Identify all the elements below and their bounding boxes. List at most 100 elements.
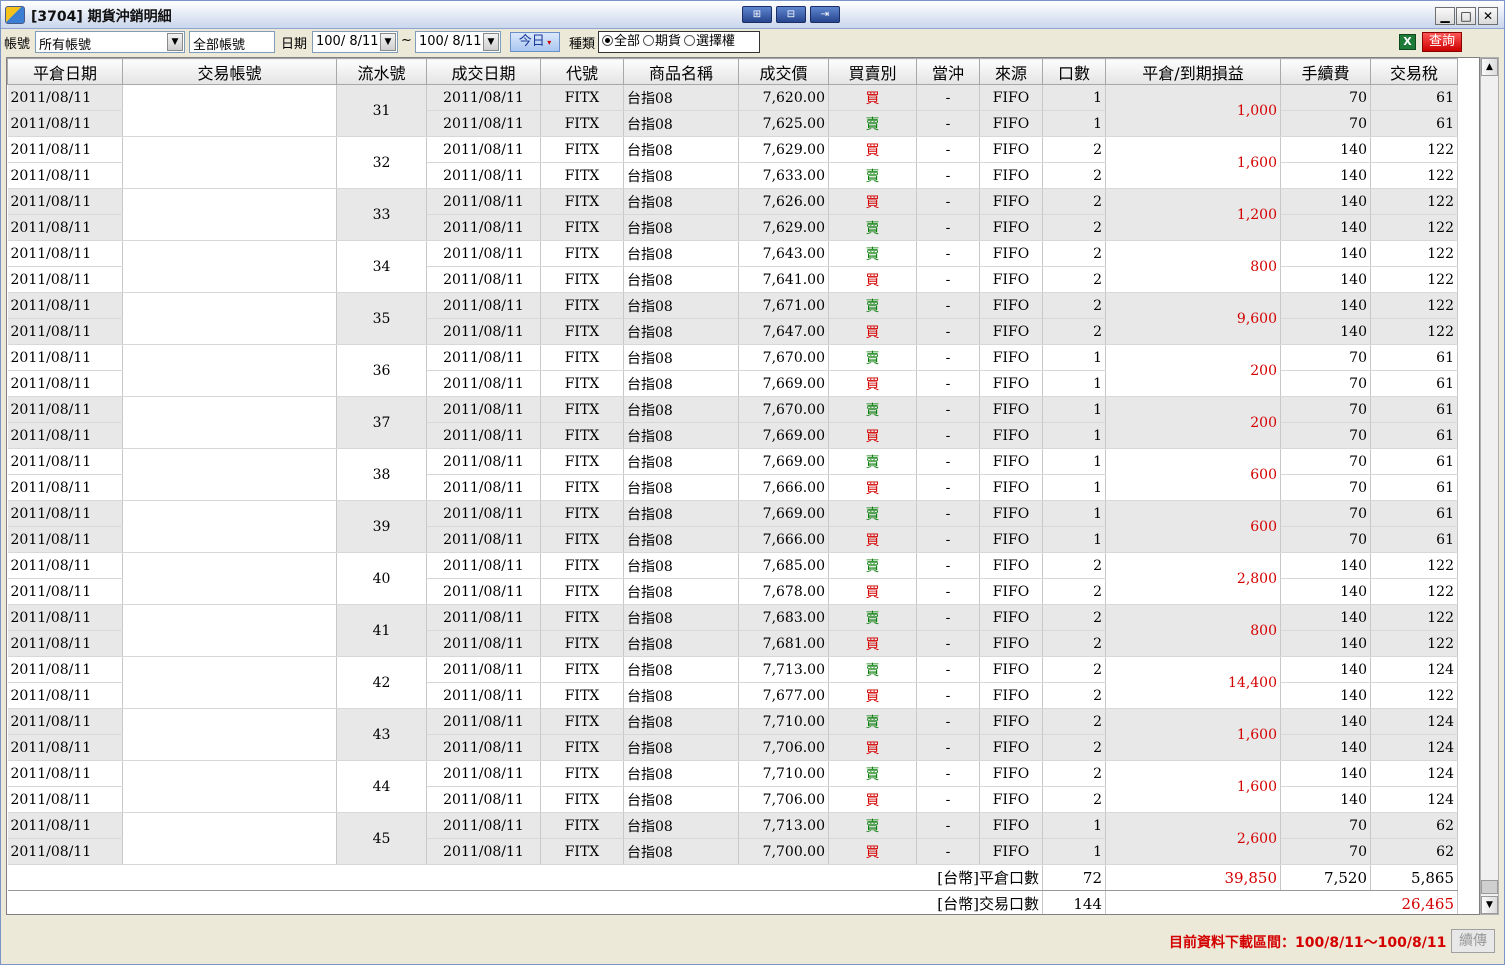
account-type-field[interactable]: 全部帳號 <box>189 31 275 53</box>
pnl-cell: 200 <box>1105 396 1281 449</box>
table-row[interactable]: 2011/08/11 45 2011/08/11 FITX 台指08 7,713.00 賣 -… <box>7 812 1458 865</box>
sequence-cell: 36 <box>336 344 427 397</box>
code-cell: FITX <box>540 786 624 813</box>
title-bar[interactable]: [3704] 期貨沖銷明細 ⊞ ⊟ ⇥ ▁ □ ✕ <box>1 1 1504 29</box>
close-date-cell: 2011/08/11 <box>7 786 123 813</box>
excel-export-icon[interactable]: X <box>1399 34 1416 50</box>
table-row[interactable]: 2011/08/11 33 2011/08/11 FITX 台指08 7,626.00 買 -… <box>7 188 1458 241</box>
query-button[interactable]: 查詢 <box>1422 32 1462 52</box>
continue-download-button[interactable]: 續傳 <box>1451 929 1495 953</box>
fee-cell: 140 <box>1280 604 1371 631</box>
table-row[interactable]: 2011/08/11 39 2011/08/11 FITX 台指08 7,669.00 賣 -… <box>7 500 1458 553</box>
tax-cell: 122 <box>1370 682 1458 709</box>
scroll-down-button[interactable]: ▼ <box>1481 896 1498 914</box>
close-date-cell: 2011/08/11 <box>7 396 123 423</box>
layout-button-3[interactable]: ⇥ <box>810 6 840 23</box>
scroll-up-button[interactable]: ▲ <box>1481 58 1498 76</box>
date-to-picker[interactable]: 100/ 8/11 ▼ <box>415 31 501 53</box>
price-cell: 7,677.00 <box>738 682 829 709</box>
layout-button-1[interactable]: ⊞ <box>742 6 772 23</box>
summary-label: [台幣]交易口數 <box>7 890 1043 914</box>
table-row[interactable]: 2011/08/11 40 2011/08/11 FITX 台指08 7,685.00 賣 -… <box>7 552 1458 605</box>
table-row[interactable]: 2011/08/11 31 2011/08/11 FITX 台指08 7,620.00 買 -… <box>7 84 1458 137</box>
price-cell: 7,683.00 <box>738 604 829 631</box>
price-cell: 7,685.00 <box>738 552 829 579</box>
trade-date-cell: 2011/08/11 <box>426 760 541 787</box>
data-grid[interactable]: 平倉日期 交易帳號 流水號 成交日期 代號 商品名稱 成交價 買賣別 當沖 來源 口數 平倉/到期損益… <box>6 57 1480 915</box>
type-radio-all[interactable]: 全部 <box>599 32 640 52</box>
vertical-scrollbar[interactable]: ▲ ▼ <box>1480 57 1499 915</box>
chevron-down-icon[interactable]: ▼ <box>167 33 183 51</box>
type-radio-futures[interactable]: 期貨 <box>640 32 681 52</box>
account-select[interactable]: 所有帳號 ▼ <box>35 31 185 53</box>
table-row[interactable]: 2011/08/11 42 2011/08/11 FITX 台指08 7,713.00 賣 -… <box>7 656 1458 709</box>
close-button[interactable]: ✕ <box>1478 7 1498 25</box>
table-row[interactable]: 2011/08/11 38 2011/08/11 FITX 台指08 7,669.00 賣 -… <box>7 448 1458 501</box>
toolbar: 帳號 所有帳號 ▼ 全部帳號 日期 100/ 8/11 ▼ ~ 100/ 8/1… <box>1 29 1504 55</box>
column-header[interactable]: 交易帳號 <box>122 58 337 85</box>
close-date-cell: 2011/08/11 <box>7 760 123 787</box>
scroll-thumb[interactable] <box>1481 880 1498 894</box>
column-header[interactable]: 成交日期 <box>426 58 541 85</box>
column-header[interactable]: 手續費 <box>1280 58 1371 85</box>
qty-cell: 1 <box>1042 396 1106 423</box>
daytrade-cell: - <box>916 838 980 865</box>
column-header[interactable]: 來源 <box>979 58 1043 85</box>
price-cell: 7,669.00 <box>738 500 829 527</box>
account-mask <box>155 85 311 136</box>
sequence-cell: 44 <box>336 760 427 813</box>
daytrade-cell: - <box>916 578 980 605</box>
product-name-cell: 台指08 <box>623 396 739 423</box>
account-mask <box>155 241 311 292</box>
layout-button-2[interactable]: ⊟ <box>776 6 806 23</box>
account-mask <box>155 397 311 448</box>
code-cell: FITX <box>540 188 624 215</box>
code-cell: FITX <box>540 500 624 527</box>
price-cell: 7,625.00 <box>738 110 829 137</box>
sequence-cell: 33 <box>336 188 427 241</box>
column-header[interactable]: 流水號 <box>336 58 427 85</box>
column-header[interactable]: 買賣別 <box>828 58 917 85</box>
table-row[interactable]: 2011/08/11 32 2011/08/11 FITX 台指08 7,629.00 買 -… <box>7 136 1458 189</box>
today-button[interactable]: 今日 ▾ <box>510 32 560 52</box>
side-cell: 買 <box>828 526 917 553</box>
account-mask <box>155 501 311 552</box>
side-cell: 賣 <box>828 162 917 189</box>
column-header[interactable]: 成交價 <box>738 58 829 85</box>
source-cell: FIFO <box>979 708 1043 735</box>
column-header[interactable]: 交易稅 <box>1370 58 1458 85</box>
daytrade-cell: - <box>916 630 980 657</box>
side-cell: 買 <box>828 188 917 215</box>
qty-cell: 2 <box>1042 630 1106 657</box>
table-row[interactable]: 2011/08/11 44 2011/08/11 FITX 台指08 7,710.00 賣 -… <box>7 760 1458 813</box>
chevron-down-icon[interactable]: ▼ <box>380 33 396 51</box>
chevron-down-icon[interactable]: ▼ <box>483 33 499 51</box>
summary-label: [台幣]平倉口數 <box>7 864 1043 891</box>
column-header[interactable]: 代號 <box>540 58 624 85</box>
table-row[interactable]: 2011/08/11 35 2011/08/11 FITX 台指08 7,671.00 賣 -… <box>7 292 1458 345</box>
table-row[interactable]: 2011/08/11 34 2011/08/11 FITX 台指08 7,643.00 賣 -… <box>7 240 1458 293</box>
column-header[interactable]: 當沖 <box>916 58 980 85</box>
minimize-button[interactable]: ▁ <box>1435 7 1455 25</box>
table-row[interactable]: 2011/08/11 43 2011/08/11 FITX 台指08 7,710.00 賣 -… <box>7 708 1458 761</box>
account-cell-masked <box>122 604 337 657</box>
table-row[interactable]: 2011/08/11 36 2011/08/11 FITX 台指08 7,670.00 賣 -… <box>7 344 1458 397</box>
source-cell: FIFO <box>979 578 1043 605</box>
source-cell: FIFO <box>979 292 1043 319</box>
type-radio-options[interactable]: 選擇權 <box>681 32 735 52</box>
table-row[interactable]: 2011/08/11 37 2011/08/11 FITX 台指08 7,670.00 賣 -… <box>7 396 1458 449</box>
column-header[interactable]: 平倉日期 <box>7 58 123 85</box>
table-row[interactable]: 2011/08/11 41 2011/08/11 FITX 台指08 7,683.00 賣 -… <box>7 604 1458 657</box>
account-cell-masked <box>122 136 337 189</box>
date-from-picker[interactable]: 100/ 8/11 ▼ <box>312 31 398 53</box>
column-header[interactable]: 口數 <box>1042 58 1106 85</box>
source-cell: FIFO <box>979 500 1043 527</box>
column-header[interactable]: 平倉/到期損益 <box>1105 58 1281 85</box>
source-cell: FIFO <box>979 110 1043 137</box>
code-cell: FITX <box>540 396 624 423</box>
code-cell: FITX <box>540 552 624 579</box>
column-header[interactable]: 商品名稱 <box>623 58 739 85</box>
sequence-cell: 40 <box>336 552 427 605</box>
maximize-button[interactable]: □ <box>1456 7 1476 25</box>
trade-date-cell: 2011/08/11 <box>426 448 541 475</box>
